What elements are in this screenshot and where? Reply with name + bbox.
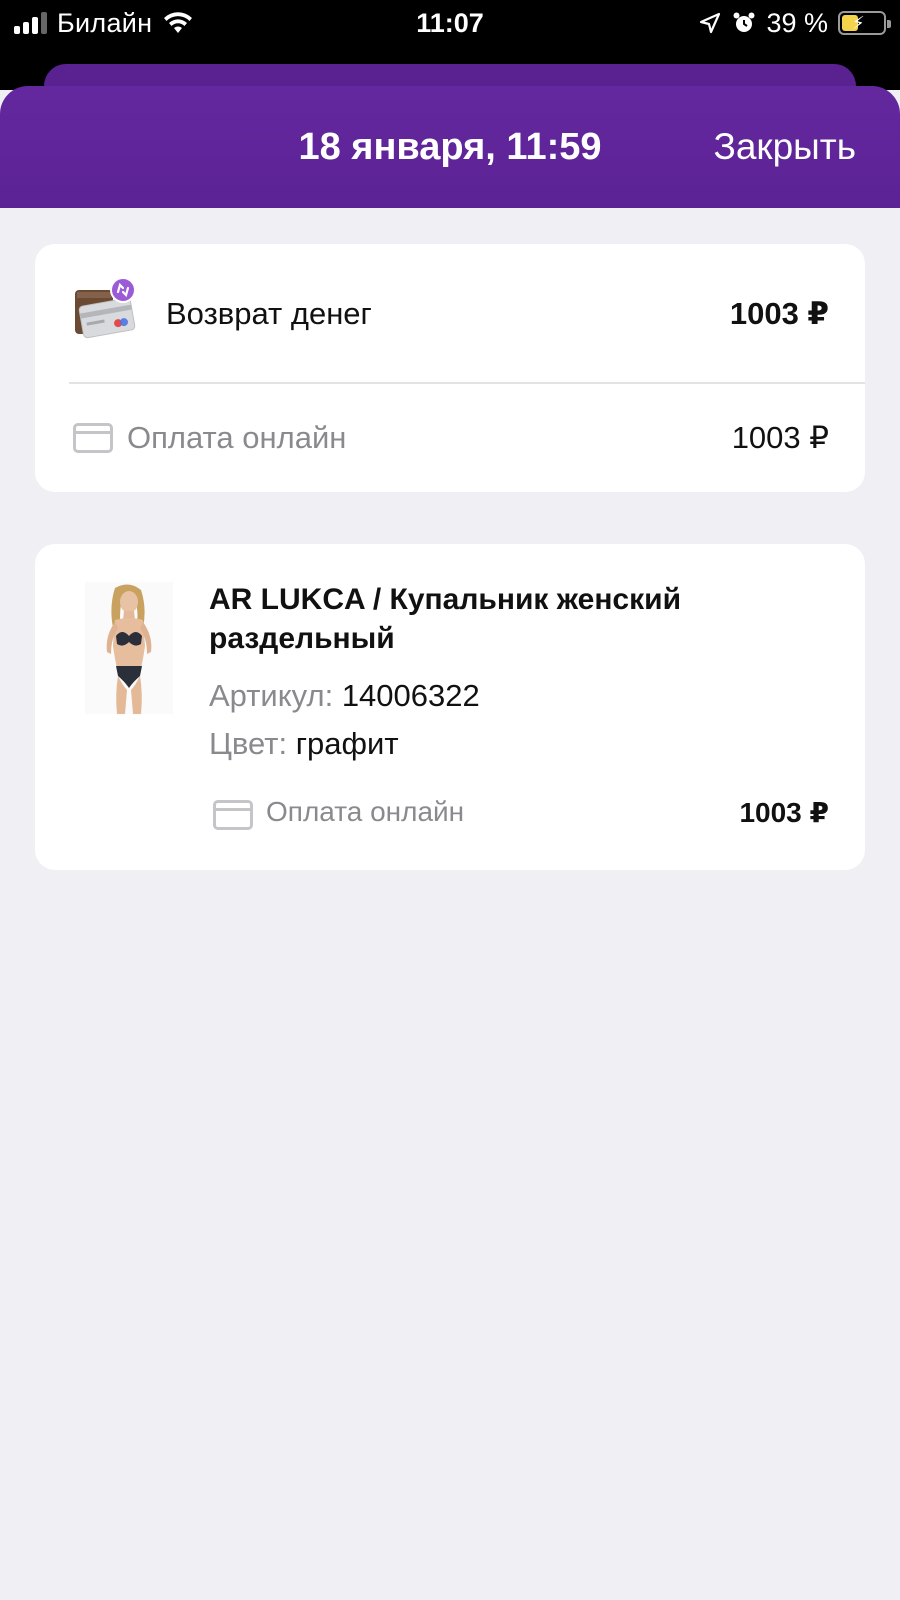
close-button[interactable]: Закрыть	[713, 126, 856, 168]
battery-cap	[887, 20, 891, 28]
charging-bolt-icon: ⚡	[852, 13, 865, 33]
product-card[interactable]: AR LUKCA / Купальник женский раздельный …	[35, 544, 865, 870]
refund-row: Возврат денег 1003 ₽	[35, 244, 865, 382]
payment-amount: 1003 ₽	[731, 420, 829, 455]
article-key: Артикул:	[209, 678, 334, 713]
color-value: графит	[295, 726, 399, 761]
status-right: 39 % ⚡	[698, 6, 891, 40]
article-value: 14006322	[341, 678, 480, 713]
refund-wallet-icon	[75, 277, 136, 339]
refund-card: Возврат денег 1003 ₽ Оплата онлайн 1003 …	[35, 244, 865, 492]
sheet-header: 18 января, 11:59 Закрыть	[0, 86, 900, 208]
alarm-icon	[733, 12, 755, 32]
payment-label: Оплата онлайн	[127, 420, 347, 455]
product-title[interactable]: AR LUKCA / Купальник женский раздельный	[209, 580, 769, 658]
location-icon	[700, 12, 721, 34]
credit-card-icon	[73, 423, 113, 453]
product-payment-amount: 1003 ₽	[739, 797, 829, 828]
refund-label: Возврат денег	[166, 296, 372, 331]
product-payment-label: Оплата онлайн	[266, 796, 465, 827]
product-article: Артикул: 14006322	[209, 678, 480, 714]
refund-amount: 1003 ₽	[729, 296, 829, 331]
battery-icon: ⚡	[838, 11, 891, 35]
product-image[interactable]	[85, 582, 173, 714]
battery-percent: 39 %	[766, 7, 828, 38]
color-key: Цвет:	[209, 726, 288, 761]
credit-card-icon	[213, 800, 253, 830]
product-color: Цвет: графит	[209, 726, 399, 762]
payment-row: Оплата онлайн 1003 ₽	[35, 384, 865, 492]
